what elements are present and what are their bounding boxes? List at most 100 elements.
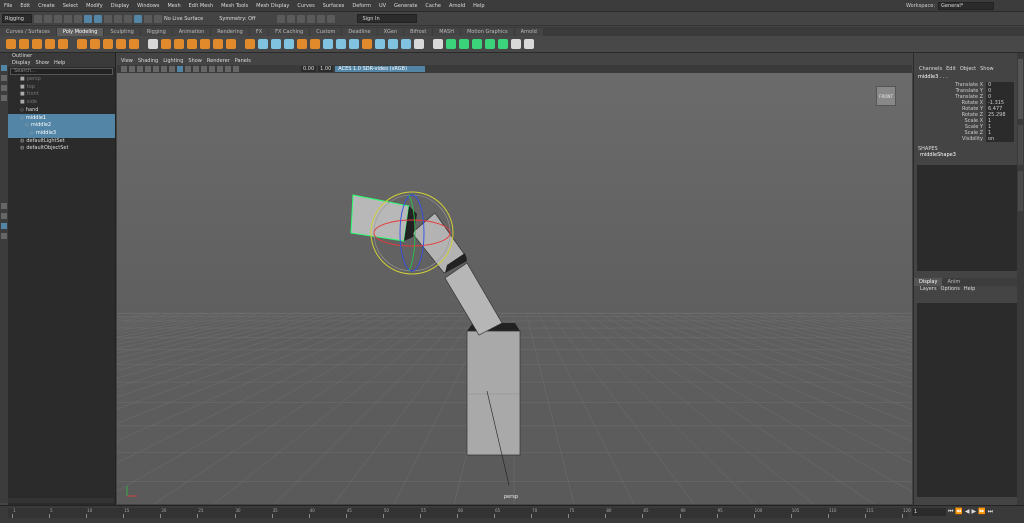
target-weld-icon[interactable]	[401, 39, 411, 49]
go-to-end-icon[interactable]: ⏭	[988, 508, 993, 516]
smooth-shade-icon[interactable]	[177, 66, 183, 72]
menu-help[interactable]: Help	[469, 3, 488, 9]
shelf-tab-bifrost[interactable]: Bifrost	[404, 28, 433, 36]
append-icon[interactable]	[362, 39, 372, 49]
pyramid-icon[interactable]	[116, 39, 126, 49]
camera-attributes-icon[interactable]	[121, 66, 127, 72]
uv-editor-icon[interactable]	[446, 39, 456, 49]
image-plane-icon[interactable]	[137, 66, 143, 72]
panel-menu-renderer[interactable]: Renderer	[207, 57, 230, 65]
menu-modify[interactable]: Modify	[82, 3, 107, 9]
ambient-occlusion-icon[interactable]	[209, 66, 215, 72]
select-object-icon[interactable]	[94, 14, 102, 23]
extrude-icon[interactable]	[323, 39, 333, 49]
shelf-tab-motion-graphics[interactable]: Motion Graphics	[460, 28, 514, 36]
layer-tab-anim[interactable]: Anim	[942, 278, 965, 286]
wireframe-icon[interactable]	[169, 66, 175, 72]
arnold-render-icon[interactable]	[327, 14, 336, 23]
isolate-select-icon[interactable]	[217, 66, 223, 72]
xray-icon[interactable]	[225, 66, 231, 72]
plane-icon[interactable]	[77, 39, 87, 49]
box-mesh-base[interactable]	[466, 323, 521, 456]
sphere-icon[interactable]	[6, 39, 16, 49]
save-scene-icon[interactable]	[54, 14, 62, 23]
shelf-tab-sculpting[interactable]: Sculpting	[104, 28, 140, 36]
resolution-gate-icon[interactable]	[161, 66, 167, 72]
menu-cache[interactable]: Cache	[421, 3, 445, 9]
platonic-icon[interactable]	[103, 39, 113, 49]
outliner-row[interactable]: ■ side	[8, 99, 115, 107]
live-surface-label[interactable]: No Live Surface	[164, 16, 203, 22]
grid-toggle-icon[interactable]	[145, 66, 151, 72]
current-frame-field[interactable]: 1	[912, 508, 946, 516]
unfold-icon[interactable]	[498, 39, 508, 49]
panel-menu-shading[interactable]: Shading	[138, 57, 158, 65]
shadows-icon[interactable]	[201, 66, 207, 72]
shelf-tab-rigging[interactable]: Rigging	[140, 28, 172, 36]
exposure-field[interactable]: 0.00	[301, 66, 317, 72]
outliner-row[interactable]: ■ persp	[8, 76, 115, 84]
layer-menu-layers[interactable]: Layers	[920, 286, 937, 293]
svg-icon[interactable]	[213, 39, 223, 49]
type-tool-icon[interactable]	[245, 39, 255, 49]
menu-curves[interactable]: Curves	[293, 3, 318, 9]
shelf-tab-fx[interactable]: FX	[249, 28, 269, 36]
modeling-toolkit-tab[interactable]	[1018, 171, 1023, 211]
menu-file[interactable]: File	[0, 3, 16, 9]
move-tool-icon[interactable]	[1, 75, 7, 81]
panel-menu-show[interactable]: Show	[188, 57, 202, 65]
channel-menu-object[interactable]: Object	[960, 66, 976, 72]
sign-in-dropdown[interactable]: Sign In	[357, 14, 418, 23]
super-shape-icon[interactable]	[200, 39, 210, 49]
layer-tab-display[interactable]: Display	[914, 278, 943, 286]
shelf-tab-mash[interactable]: MASH	[433, 28, 460, 36]
planar-map-icon[interactable]	[459, 39, 469, 49]
new-scene-icon[interactable]	[34, 14, 42, 23]
menu-deform[interactable]: Deform	[348, 3, 375, 9]
snap-point-icon[interactable]	[134, 14, 142, 23]
select-component-icon[interactable]	[104, 14, 112, 23]
shape-node-name[interactable]: middleShape3	[914, 152, 1017, 158]
channel-menu-edit[interactable]: Edit	[946, 66, 956, 72]
outliner-row[interactable]: ◍ defaultLightSet	[8, 138, 115, 146]
quad-draw-icon[interactable]	[414, 39, 424, 49]
boolean-icon[interactable]	[297, 39, 307, 49]
shelf-tab-xgen[interactable]: XGen	[377, 28, 404, 36]
symmetry-label[interactable]: Symmetry: Off	[219, 16, 255, 22]
attribute-editor-tab[interactable]	[1018, 125, 1023, 165]
sculpt-icon[interactable]	[433, 39, 443, 49]
attr-value-field[interactable]: on	[986, 136, 1014, 142]
menu-edit-mesh[interactable]: Edit Mesh	[185, 3, 217, 9]
gear-icon[interactable]	[174, 39, 184, 49]
cut-uv-icon[interactable]	[524, 39, 534, 49]
layout-outliner-icon[interactable]	[1, 223, 7, 229]
mirror-icon[interactable]	[310, 39, 320, 49]
camera-bookmark-icon[interactable]	[129, 66, 135, 72]
fill-hole-icon[interactable]	[375, 39, 385, 49]
panel-menu-panels[interactable]: Panels	[235, 57, 251, 65]
layout-uv-icon[interactable]	[511, 39, 521, 49]
menu-surfaces[interactable]: Surfaces	[319, 3, 349, 9]
snap-curve-icon[interactable]	[124, 14, 132, 23]
menu-mesh[interactable]: Mesh	[163, 3, 184, 9]
menu-windows[interactable]: Windows	[133, 3, 163, 9]
render-settings-icon[interactable]	[307, 14, 316, 23]
multi-cut-icon[interactable]	[388, 39, 398, 49]
scale-tool-icon[interactable]	[1, 95, 7, 101]
viewport[interactable]: FRONT persp	[117, 73, 912, 504]
shelf-tab-curves-surfaces[interactable]: Curves / Surfaces	[0, 28, 56, 36]
hypershade-icon[interactable]	[317, 14, 326, 23]
outliner-row[interactable]: ◍ defaultObjectSet	[8, 145, 115, 153]
redo-icon[interactable]	[74, 14, 82, 23]
sew-uv-icon[interactable]	[485, 39, 495, 49]
disc-icon[interactable]	[90, 39, 100, 49]
lights-icon[interactable]	[193, 66, 199, 72]
undo-icon[interactable]	[64, 14, 72, 23]
bevel-icon[interactable]	[349, 39, 359, 49]
outliner-row[interactable]: ◇ hand	[8, 107, 115, 115]
go-to-start-icon[interactable]: ⏮	[948, 508, 953, 516]
step-back-icon[interactable]: ⏪	[955, 508, 962, 516]
separate-icon[interactable]	[271, 39, 281, 49]
layout-graph-icon[interactable]	[1, 233, 7, 239]
cube-icon[interactable]	[19, 39, 29, 49]
